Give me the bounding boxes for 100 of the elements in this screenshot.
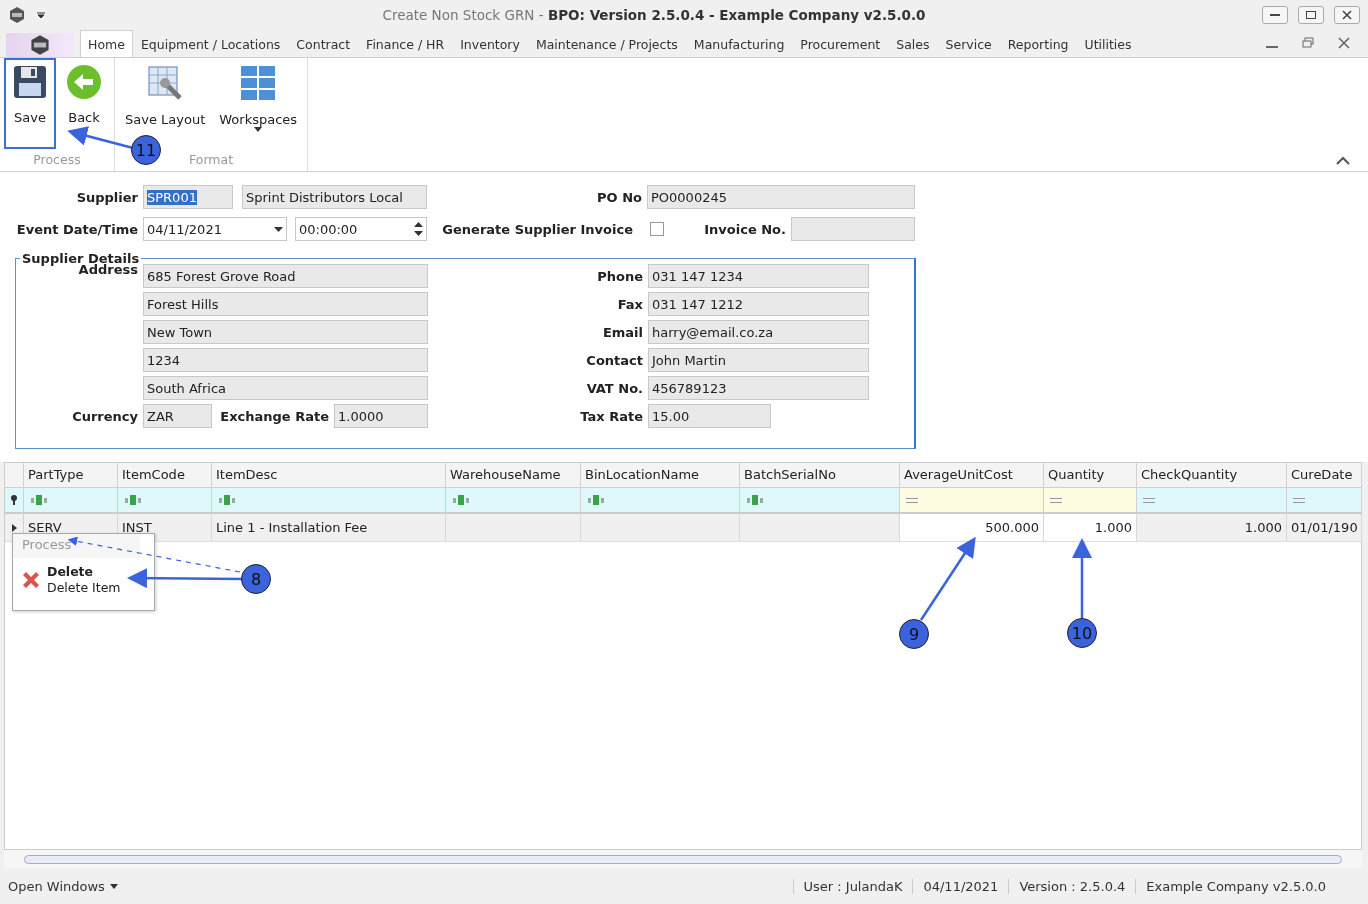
equals-icon: [1293, 497, 1305, 503]
status-text: Example Company v2.5.0.0: [1135, 878, 1336, 894]
equals-icon: [906, 497, 918, 503]
field-label: Invoice No.: [703, 221, 787, 237]
ribbon-tab[interactable]: Procurement: [792, 30, 889, 57]
row-indicator-icon: [11, 523, 17, 532]
status-text: 04/11/2021: [912, 878, 1009, 894]
close-icon[interactable]: [1338, 37, 1350, 49]
table-cell: 1.000: [1137, 514, 1287, 541]
ribbon-tab[interactable]: Utilities: [1076, 30, 1140, 57]
column-header[interactable]: Quantity: [1044, 463, 1137, 487]
maximize-icon: [1306, 11, 1316, 19]
column-header[interactable]: BinLocationName: [581, 463, 740, 487]
contact-field[interactable]: 031 147 1234: [648, 264, 869, 288]
field-label: Supplier: [75, 189, 139, 205]
invoice-number-field[interactable]: [791, 217, 915, 241]
column-header[interactable]: CheckQuantity: [1137, 463, 1287, 487]
dropdown-caret-icon[interactable]: [36, 11, 46, 19]
field-label: Email: [601, 324, 644, 340]
contact-field[interactable]: harry@email.co.za: [648, 320, 869, 344]
ribbon-button[interactable]: Workspaces: [213, 58, 304, 149]
horizontal-scrollbar[interactable]: [4, 850, 1362, 868]
application-menu-button[interactable]: [6, 33, 74, 57]
column-header[interactable]: ItemDesc: [212, 463, 446, 487]
column-header[interactable]: PartType: [24, 463, 118, 487]
menu-group-label: Process: [13, 534, 140, 558]
invoice-checkbox[interactable]: [650, 222, 664, 236]
ribbon-tab[interactable]: Sales: [888, 30, 938, 57]
po-number-field[interactable]: PO0000245: [647, 185, 915, 209]
column-header[interactable]: WarehouseName: [446, 463, 581, 487]
maximize-button[interactable]: [1298, 6, 1324, 24]
restore-icon[interactable]: [1302, 37, 1314, 49]
contact-field[interactable]: John Martin: [648, 348, 869, 372]
minimize-icon: [1270, 14, 1280, 16]
address-field[interactable]: South Africa: [143, 376, 428, 400]
column-header[interactable]: ItemCode: [118, 463, 212, 487]
field-label: Tax Rate: [579, 408, 644, 424]
address-field[interactable]: Forest Hills: [143, 292, 428, 316]
group-label: Process: [33, 151, 81, 169]
field-label: Address: [78, 262, 138, 277]
open-windows-menu[interactable]: Open Windows: [8, 878, 105, 894]
currency-field[interactable]: ZAR: [143, 404, 212, 428]
collapse-ribbon-icon[interactable]: [1336, 155, 1350, 165]
supplier-code-field[interactable]: SPR001: [143, 185, 233, 209]
group-label: Format: [189, 151, 234, 169]
column-header[interactable]: AverageUnitCost: [900, 463, 1044, 487]
ribbon-button[interactable]: Back: [58, 58, 110, 149]
ribbon-tab[interactable]: Service: [937, 30, 1000, 57]
filter-pin-icon: [10, 495, 18, 505]
column-header[interactable]: BatchSerialNo: [740, 463, 900, 487]
field-label: Event Date/Time: [15, 221, 139, 237]
ribbon-button[interactable]: Save: [4, 58, 56, 149]
close-icon: [1342, 10, 1352, 20]
address-field[interactable]: 1234: [143, 348, 428, 372]
app-logo-icon: [8, 6, 26, 24]
field-label: Currency: [71, 408, 139, 424]
ribbon-tab[interactable]: Inventory: [452, 30, 528, 57]
column-header[interactable]: CureDate: [1287, 463, 1362, 487]
date-field[interactable]: 04/11/2021: [143, 217, 287, 241]
minimize-button[interactable]: [1262, 6, 1288, 24]
address-field[interactable]: New Town: [143, 320, 428, 344]
supplier-name-field[interactable]: Sprint Distributors Local: [242, 185, 427, 209]
ribbon-tab[interactable]: Equipment / Locations: [132, 30, 289, 57]
ribbon-tab[interactable]: Home: [80, 30, 133, 57]
table-cell: 1.000: [1044, 514, 1137, 541]
caret-icon[interactable]: [109, 883, 118, 889]
time-field[interactable]: 00:00:00: [295, 217, 427, 241]
field-label: Exchange Rate: [219, 408, 330, 424]
address-field[interactable]: 685 Forest Grove Road: [143, 264, 428, 288]
ribbon-tab[interactable]: Reporting: [999, 30, 1077, 57]
app-logo-icon: [29, 34, 51, 56]
text-filter-icon: [124, 495, 142, 505]
field-label: PO No: [596, 189, 643, 205]
text-filter-icon: [587, 495, 605, 505]
exchange-rate-field[interactable]: 1.0000: [334, 404, 428, 428]
caret-icon[interactable]: [274, 226, 283, 232]
delete-icon: [21, 570, 41, 590]
ribbon-tab[interactable]: Finance / HR: [358, 30, 453, 57]
delete-menu-item[interactable]: Delete Delete Item: [13, 558, 140, 602]
field-label: Generate Supplier Invoice: [441, 221, 634, 237]
equals-icon: [1050, 497, 1062, 503]
equals-icon: [1143, 497, 1155, 503]
window-title: Create Non Stock GRN - BPO: Version 2.5.0.4 - Example Company v2.5.0.0: [381, 7, 927, 23]
spinner-icon[interactable]: [414, 222, 423, 236]
tiles-icon: [239, 64, 278, 102]
tax-rate-field[interactable]: 15.00: [648, 404, 771, 428]
annotation-arrow: [67, 126, 134, 150]
text-filter-icon: [218, 495, 236, 505]
contact-field[interactable]: 031 147 1212: [648, 292, 869, 316]
status-text: User : JulandaK: [792, 878, 913, 894]
filter-cell[interactable]: [900, 488, 1044, 512]
contact-field[interactable]: 456789123: [648, 376, 869, 400]
ribbon-tab[interactable]: Contract: [288, 30, 359, 57]
ribbon-tab[interactable]: Maintenance / Projects: [527, 30, 686, 57]
ribbon-tab[interactable]: Manufacturing: [685, 30, 793, 57]
close-button[interactable]: [1334, 6, 1360, 24]
filter-cell[interactable]: [1044, 488, 1137, 512]
table-cell: 01/01/190: [1287, 514, 1362, 541]
field-label: VAT No.: [585, 380, 644, 396]
text-filter-icon: [30, 495, 48, 505]
